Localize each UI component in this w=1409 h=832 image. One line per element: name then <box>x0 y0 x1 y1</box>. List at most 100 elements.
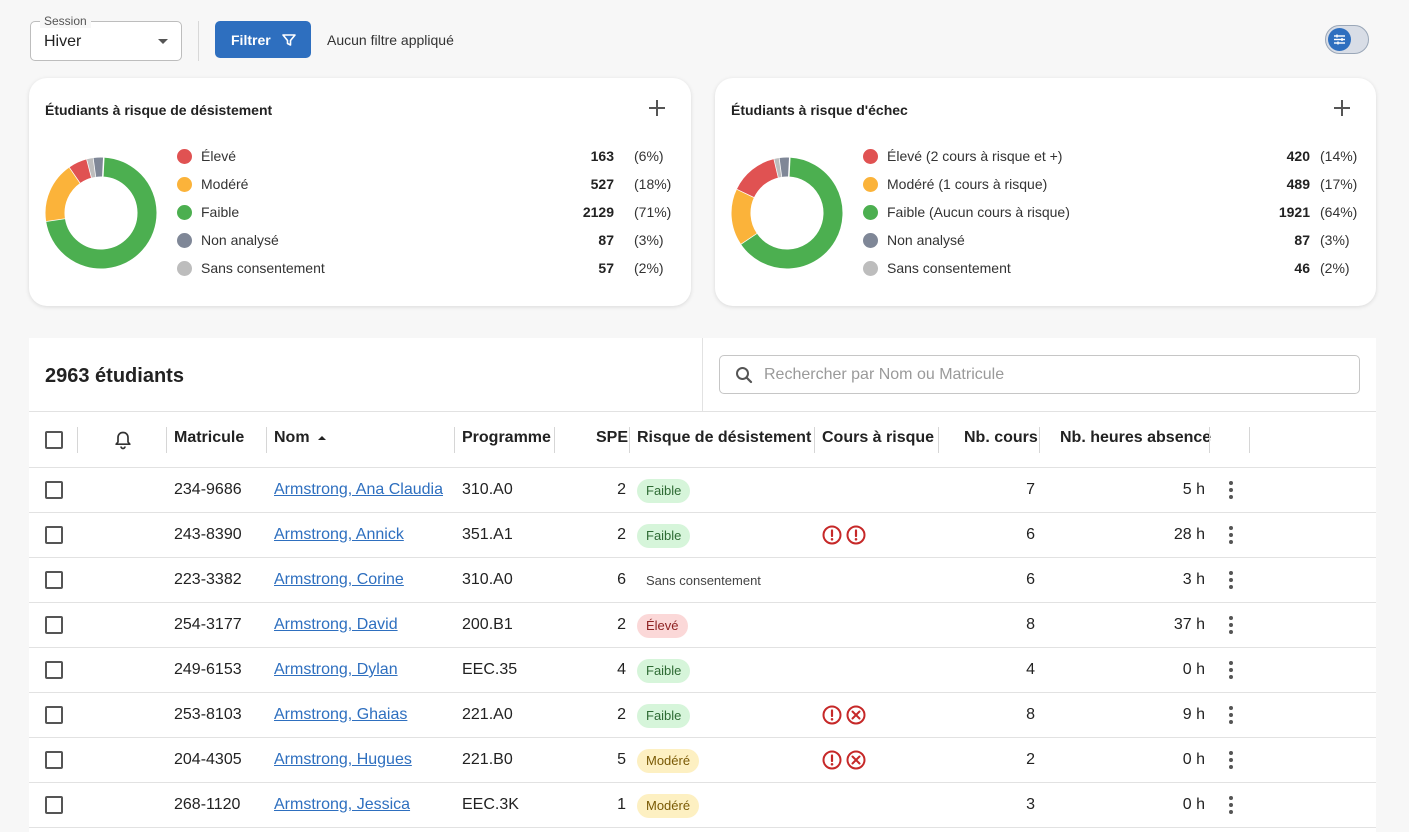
student-name-link[interactable]: Armstrong, Hugues <box>274 751 412 769</box>
cell-nb-cours: 8 <box>1026 616 1035 633</box>
cell-nb-heures: 5 h <box>1182 481 1205 498</box>
more-vert-icon[interactable] <box>1228 571 1234 589</box>
alert-circle-icon[interactable] <box>822 525 842 550</box>
plus-icon[interactable] <box>1334 100 1350 116</box>
cell-programme: EEC.35 <box>462 661 518 678</box>
table-row[interactable]: 234-9686 Armstrong, Ana Claudia 310.A0 2… <box>29 468 1376 513</box>
risk-badge: Faible <box>637 479 691 503</box>
legend-item: Faible 2129 (71%) <box>177 202 677 222</box>
row-checkbox[interactable] <box>45 751 63 769</box>
legend-label: Élevé <box>201 148 237 164</box>
col-programme[interactable]: Programme <box>462 429 551 447</box>
fail-circle-icon[interactable] <box>846 750 866 775</box>
cell-nb-cours: 7 <box>1026 481 1035 498</box>
legend-dot-eleve <box>863 148 878 164</box>
legend-count: 46 <box>1294 260 1310 276</box>
row-checkbox[interactable] <box>45 481 63 499</box>
table-row[interactable]: 253-8103 Armstrong, Ghaias 221.A0 2 Faib… <box>29 693 1376 738</box>
cell-nb-heures: 37 h <box>1173 616 1205 633</box>
filter-button-label: Filtrer <box>231 31 271 48</box>
risk-badge: Faible <box>637 704 691 728</box>
cell-spe: 2 <box>617 526 626 543</box>
cell-nb-heures: 0 h <box>1182 796 1205 813</box>
cell-nb-cours: 4 <box>1026 661 1035 678</box>
legend-count: 87 <box>1294 232 1310 248</box>
alert-circle-icon[interactable] <box>846 525 866 550</box>
student-name-link[interactable]: Armstrong, David <box>274 616 398 634</box>
risk-badge: Modéré <box>637 794 700 818</box>
legend-item: Faible (Aucun cours à risque) 1921 (64%) <box>863 202 1363 222</box>
student-name-link[interactable]: Armstrong, Corine <box>274 571 404 589</box>
session-select[interactable]: Session Hiver <box>30 14 182 61</box>
more-vert-icon[interactable] <box>1228 706 1234 724</box>
plus-icon[interactable] <box>649 100 665 116</box>
column-separator <box>454 427 455 453</box>
column-separator <box>1249 427 1250 453</box>
legend-percent: (2%) <box>1320 260 1350 276</box>
more-vert-icon[interactable] <box>1228 616 1234 634</box>
cell-spe: 2 <box>617 616 626 633</box>
row-checkbox[interactable] <box>45 796 63 814</box>
select-all-checkbox[interactable] <box>45 431 63 449</box>
table-row[interactable]: 254-3177 Armstrong, David 200.B1 2 Élevé… <box>29 603 1376 648</box>
risk-badge: Élevé <box>637 614 688 638</box>
more-vert-icon[interactable] <box>1228 796 1234 814</box>
row-checkbox[interactable] <box>45 571 63 589</box>
legend-percent: (3%) <box>634 232 664 248</box>
student-name-link[interactable]: Armstrong, Annick <box>274 526 404 544</box>
table-row[interactable]: 249-6153 Armstrong, Dylan EEC.35 4 Faibl… <box>29 648 1376 693</box>
cell-spe: 5 <box>617 751 626 768</box>
card-title: Étudiants à risque de désistement <box>45 102 273 118</box>
panel-divider <box>702 338 703 411</box>
bell-icon[interactable] <box>114 430 132 450</box>
row-checkbox[interactable] <box>45 616 63 634</box>
col-nb-heures[interactable]: Nb. heures absence <box>1060 429 1211 447</box>
col-nom[interactable]: Nom <box>274 429 327 447</box>
col-nb-cours[interactable]: Nb. cours <box>964 429 1038 447</box>
fail-circle-icon[interactable] <box>846 705 866 730</box>
search-field[interactable] <box>719 355 1360 394</box>
view-toggle[interactable] <box>1325 25 1369 54</box>
more-vert-icon[interactable] <box>1228 751 1234 769</box>
table-row[interactable]: 223-3382 Armstrong, Corine 310.A0 6 Sans… <box>29 558 1376 603</box>
donut-segment-eleve <box>69 159 93 184</box>
more-vert-icon[interactable] <box>1228 481 1234 499</box>
col-risque[interactable]: Risque de désistement <box>637 429 811 447</box>
more-vert-icon[interactable] <box>1228 661 1234 679</box>
student-name-link[interactable]: Armstrong, Dylan <box>274 661 398 679</box>
table-row[interactable]: 243-8390 Armstrong, Annick 351.A1 2 Faib… <box>29 513 1376 558</box>
row-checkbox[interactable] <box>45 526 63 544</box>
alert-circle-icon[interactable] <box>822 750 842 775</box>
divider <box>29 411 1376 412</box>
col-spe[interactable]: SPE <box>596 429 628 447</box>
more-vert-icon[interactable] <box>1228 526 1234 544</box>
legend-item: Élevé (2 cours à risque et +) 420 (14%) <box>863 146 1363 166</box>
row-checkbox[interactable] <box>45 661 63 679</box>
cell-matricule: 249-6153 <box>174 661 242 678</box>
alert-circle-icon[interactable] <box>822 705 842 730</box>
sliders-icon <box>1328 28 1351 51</box>
cell-nb-cours: 3 <box>1026 796 1035 813</box>
legend-percent: (3%) <box>1320 232 1350 248</box>
col-matricule[interactable]: Matricule <box>174 429 244 447</box>
table-row[interactable]: 204-4305 Armstrong, Hugues 221.B0 5 Modé… <box>29 738 1376 783</box>
table-row[interactable]: 268-1120 Armstrong, Jessica EEC.3K 1 Mod… <box>29 783 1376 828</box>
cell-matricule: 204-4305 <box>174 751 242 768</box>
student-name-link[interactable]: Armstrong, Ghaias <box>274 706 407 724</box>
row-checkbox[interactable] <box>45 706 63 724</box>
col-cours-risque[interactable]: Cours à risque <box>822 429 934 447</box>
cell-programme: 351.A1 <box>462 526 513 543</box>
column-separator <box>554 427 555 453</box>
legend-percent: (17%) <box>1320 176 1358 192</box>
filter-button[interactable]: Filtrer <box>215 21 311 58</box>
legend-label: Faible (Aucun cours à risque) <box>887 204 1070 220</box>
legend-item: Non analysé 87 (3%) <box>863 230 1363 250</box>
legend-item: Sans consentement 46 (2%) <box>863 258 1363 278</box>
legend-label: Non analysé <box>887 232 965 248</box>
student-name-link[interactable]: Armstrong, Jessica <box>274 796 410 814</box>
legend-count: 489 <box>1286 176 1310 192</box>
search-input[interactable] <box>764 364 1324 386</box>
donut-chart <box>45 157 157 269</box>
donut-segment-modere <box>731 188 757 244</box>
student-name-link[interactable]: Armstrong, Ana Claudia <box>274 481 443 499</box>
